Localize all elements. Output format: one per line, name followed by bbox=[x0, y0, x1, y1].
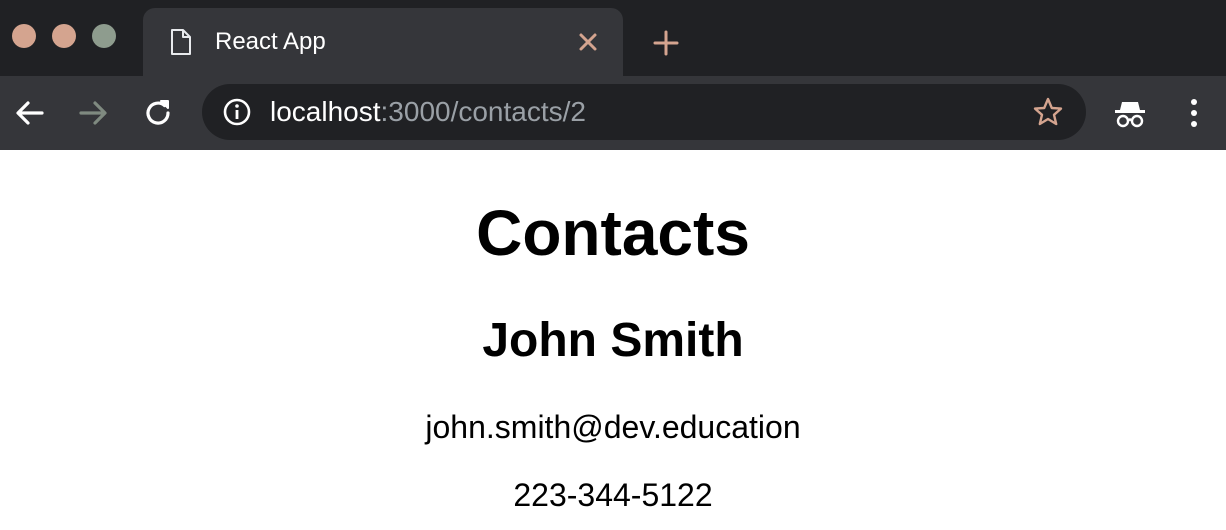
window-minimize-button[interactable] bbox=[52, 24, 76, 48]
forward-arrow-icon[interactable] bbox=[76, 96, 110, 130]
url-path: :3000/contacts/2 bbox=[380, 96, 586, 127]
window-close-button[interactable] bbox=[12, 24, 36, 48]
close-icon[interactable] bbox=[577, 31, 599, 53]
reload-icon[interactable] bbox=[141, 96, 175, 130]
contact-phone: 223-344-5122 bbox=[513, 477, 713, 513]
url-text[interactable]: localhost:3000/contacts/2 bbox=[270, 95, 586, 129]
info-icon[interactable] bbox=[222, 97, 252, 127]
contact-email: john.smith@dev.education bbox=[425, 409, 801, 445]
document-icon bbox=[171, 29, 191, 55]
window-maximize-button[interactable] bbox=[92, 24, 116, 48]
url-host: localhost bbox=[270, 96, 381, 127]
tab-title: React App bbox=[215, 28, 326, 55]
contact-name: John Smith bbox=[482, 314, 744, 367]
incognito-icon[interactable] bbox=[1112, 96, 1148, 130]
new-tab-icon[interactable] bbox=[652, 29, 680, 57]
browser-tab-active[interactable]: React App bbox=[143, 8, 623, 76]
browser-toolbar: localhost:3000/contacts/2 bbox=[0, 76, 1226, 150]
browser-tab-strip: React App bbox=[0, 0, 1226, 76]
bookmark-star-icon[interactable] bbox=[1032, 96, 1064, 128]
page-content: Contacts John Smith john.smith@dev.educa… bbox=[0, 150, 1226, 530]
address-bar[interactable]: localhost:3000/contacts/2 bbox=[202, 84, 1086, 140]
page-title: Contacts bbox=[476, 197, 750, 269]
back-arrow-icon[interactable] bbox=[13, 96, 47, 130]
more-menu-icon[interactable] bbox=[1180, 96, 1208, 130]
